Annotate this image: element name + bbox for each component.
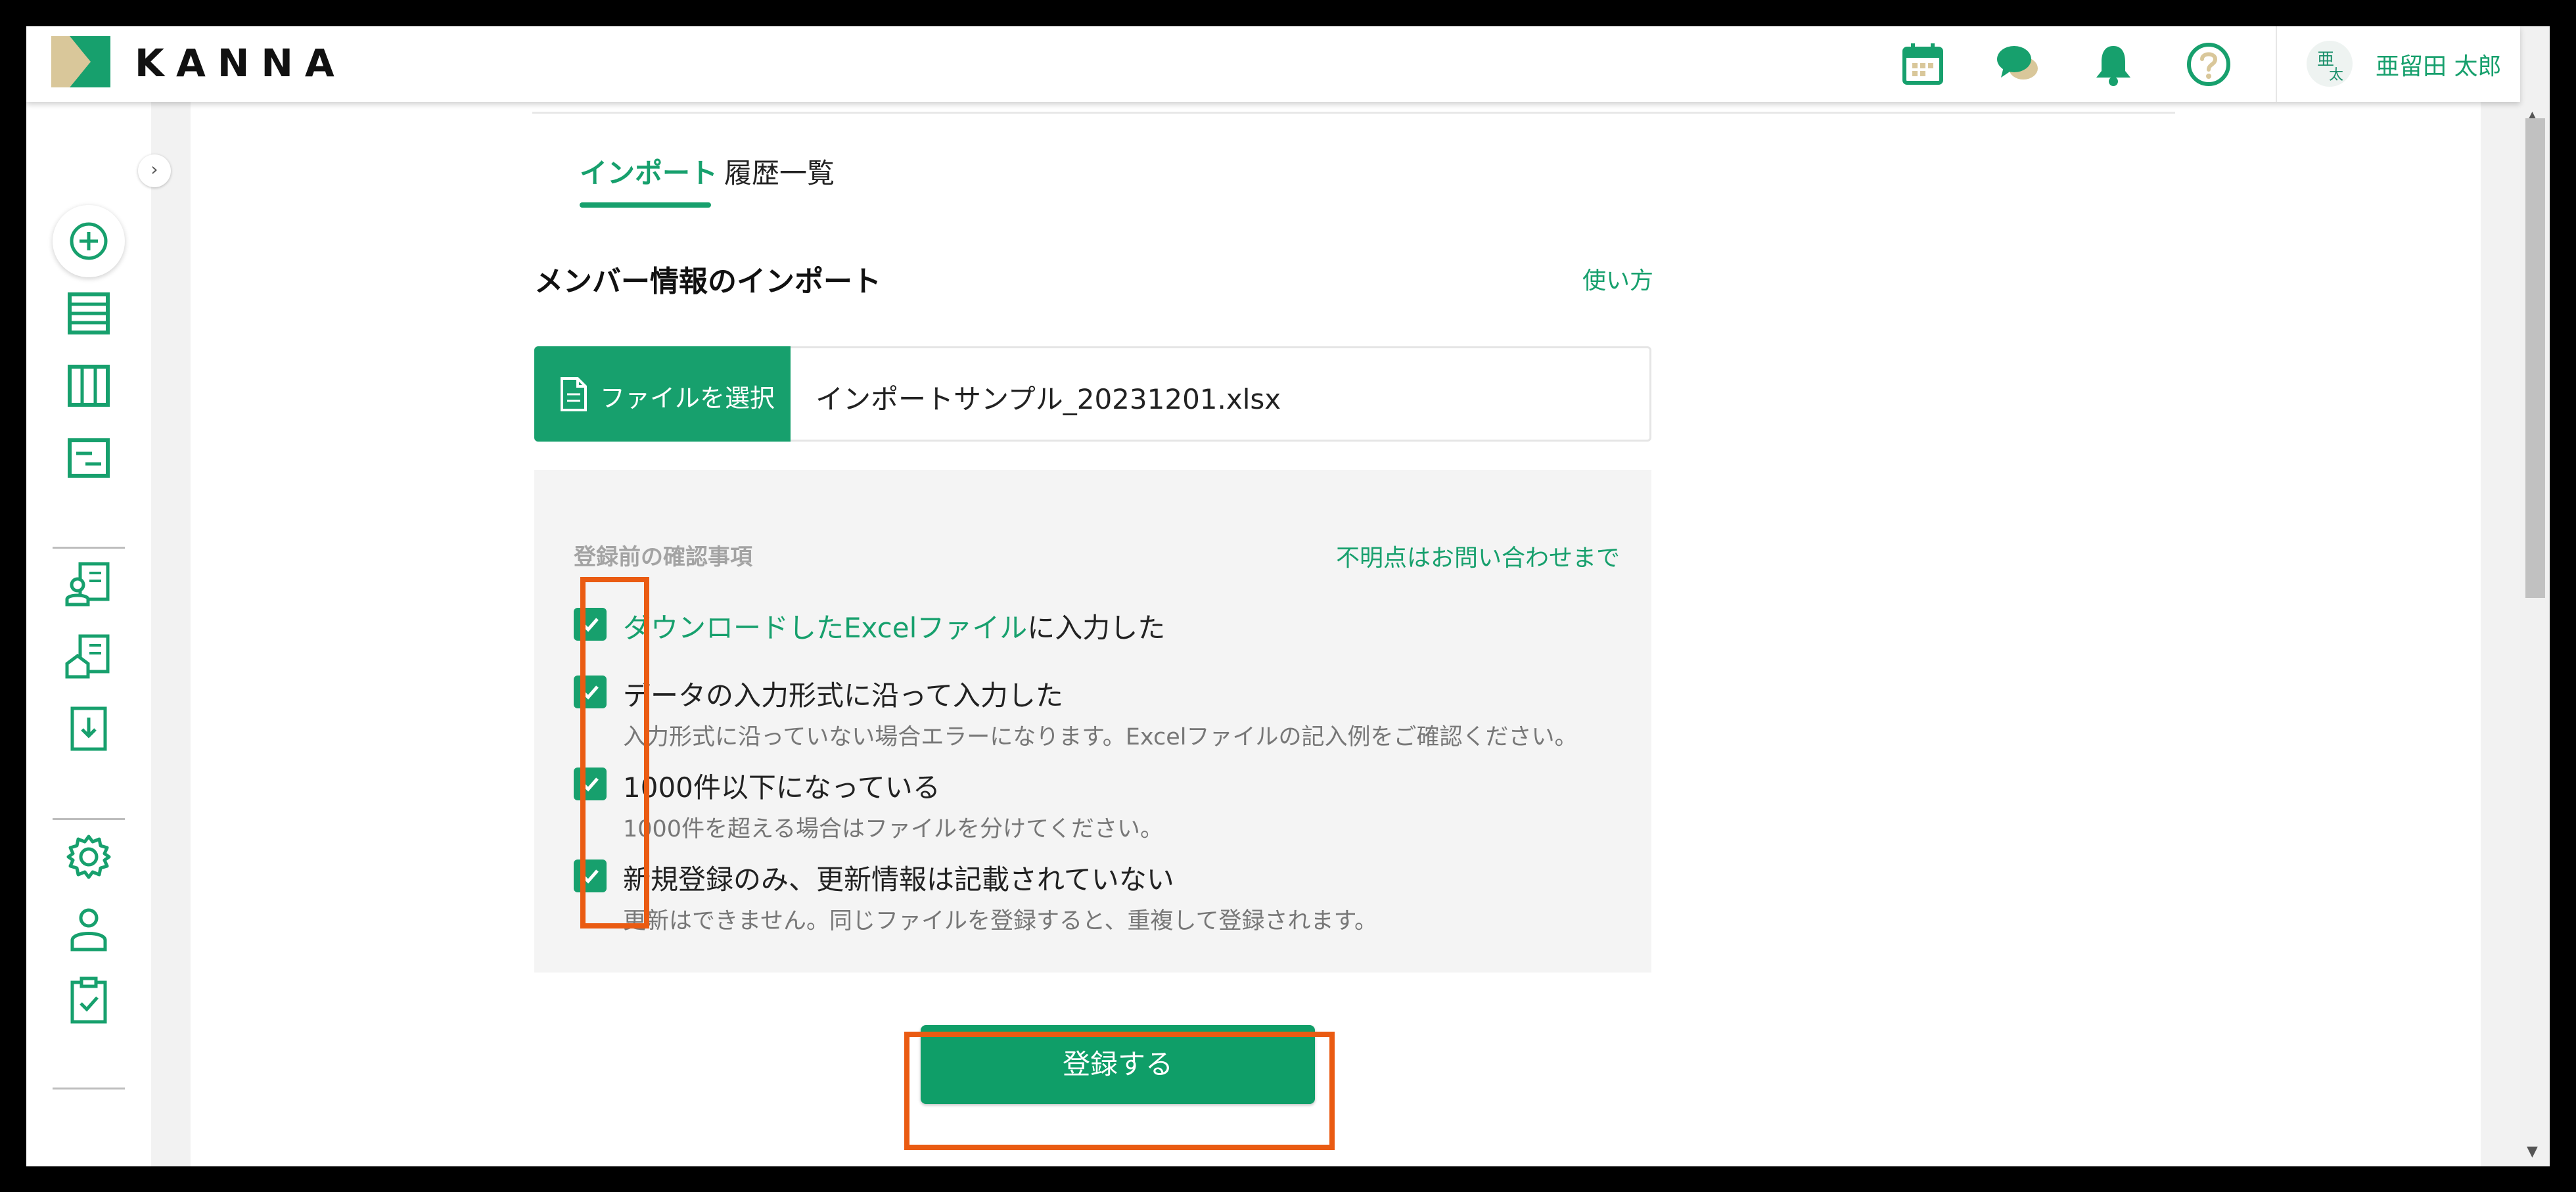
checkbox-highlight-frame — [580, 577, 649, 928]
checklist-item: ダウンロードしたExcelファイルに入力した — [623, 606, 1165, 646]
sidebar-divider — [53, 818, 125, 820]
tab-history[interactable]: 履歴一覧 — [724, 151, 835, 191]
excel-download-link[interactable]: ダウンロードしたExcelファイル — [623, 612, 1027, 644]
report-icon[interactable] — [63, 432, 114, 484]
select-file-label: ファイルを選択 — [600, 384, 775, 413]
chat-icon[interactable] — [1994, 41, 2042, 88]
checklist-item-text: データの入力形式に沿って入力した — [623, 679, 1063, 712]
checklist-item-note: 入力形式に沿っていない場合エラーになります。Excelファイルの記入例をご確認く… — [623, 724, 1578, 750]
logo-text: KANNA — [135, 41, 346, 85]
settings-icon[interactable] — [63, 831, 114, 883]
sidebar — [26, 102, 151, 1166]
scroll-thumb[interactable] — [2525, 118, 2545, 598]
tab-import[interactable]: インポート — [580, 151, 718, 191]
usage-link[interactable]: 使い方 — [1582, 262, 1653, 296]
sidebar-divider — [53, 547, 125, 549]
selected-file-name: インポートサンプル_20231201.xlsx — [816, 383, 1281, 415]
section-divider — [532, 112, 2175, 114]
avatar[interactable]: 亜 太 — [2307, 41, 2353, 87]
file-select-field: ファイルを選択 インポートサンプル_20231201.xlsx — [534, 346, 1651, 442]
header-divider — [2276, 26, 2277, 102]
columns-icon[interactable] — [63, 360, 114, 411]
kanna-logo — [51, 36, 110, 87]
list-icon[interactable] — [63, 288, 114, 339]
page-scrollbar[interactable]: ▲ ▼ — [2520, 26, 2550, 1166]
contact-link[interactable]: 不明点はお問い合わせまで — [1336, 539, 1620, 573]
add-button[interactable] — [53, 205, 125, 277]
user-icon[interactable] — [63, 904, 114, 955]
plus-circle-icon — [70, 222, 108, 260]
top-header: KANNA 亜 太 亜留田 太郎 — [26, 26, 2520, 102]
sidebar-divider — [53, 1088, 125, 1089]
calendar-icon[interactable] — [1899, 41, 1946, 88]
checklist-item-text: 新規登録のみ、更新情報は記載されていない — [623, 863, 1174, 896]
member-card-icon[interactable] — [63, 559, 114, 610]
clipboard-check-icon[interactable] — [63, 976, 114, 1027]
main-content: インポート 履歴一覧 メンバー情報のインポート 使い方 ファイルを選択 インポー… — [191, 26, 2481, 1166]
user-name[interactable]: 亜留田 太郎 — [2376, 47, 2501, 81]
select-file-button[interactable]: ファイルを選択 — [534, 346, 791, 442]
confirmation-title: 登録前の確認事項 — [574, 544, 752, 570]
checklist-item-text: に入力した — [1027, 612, 1166, 644]
sidebar-toggle-button[interactable]: › — [138, 154, 171, 187]
checklist-item-text: 1000件以下になっている — [623, 771, 940, 804]
avatar-initial-bottom: 太 — [2329, 67, 2344, 83]
bell-icon[interactable] — [2090, 41, 2137, 88]
active-tab-indicator — [580, 202, 711, 208]
checklist-item-note: 更新はできません。同じファイルを登録すると、重複して登録されます。 — [623, 908, 1378, 934]
checklist-item-note: 1000件を超える場合はファイルを分けてください。 — [623, 816, 1163, 842]
import-icon[interactable] — [63, 703, 114, 754]
help-icon[interactable] — [2185, 41, 2232, 88]
page-title: メンバー情報のインポート — [534, 265, 881, 298]
scroll-down-arrow[interactable]: ▼ — [2527, 1143, 2538, 1160]
company-card-icon[interactable] — [63, 631, 114, 682]
register-highlight-frame — [904, 1032, 1335, 1150]
file-icon — [561, 377, 587, 411]
confirmation-panel: 登録前の確認事項 不明点はお問い合わせまで ダウンロードしたExcelファイルに… — [534, 470, 1651, 973]
app-window: KANNA 亜 太 亜留田 太郎 › インポート 履歴一覧 メンバー情報のインポ… — [26, 26, 2550, 1166]
